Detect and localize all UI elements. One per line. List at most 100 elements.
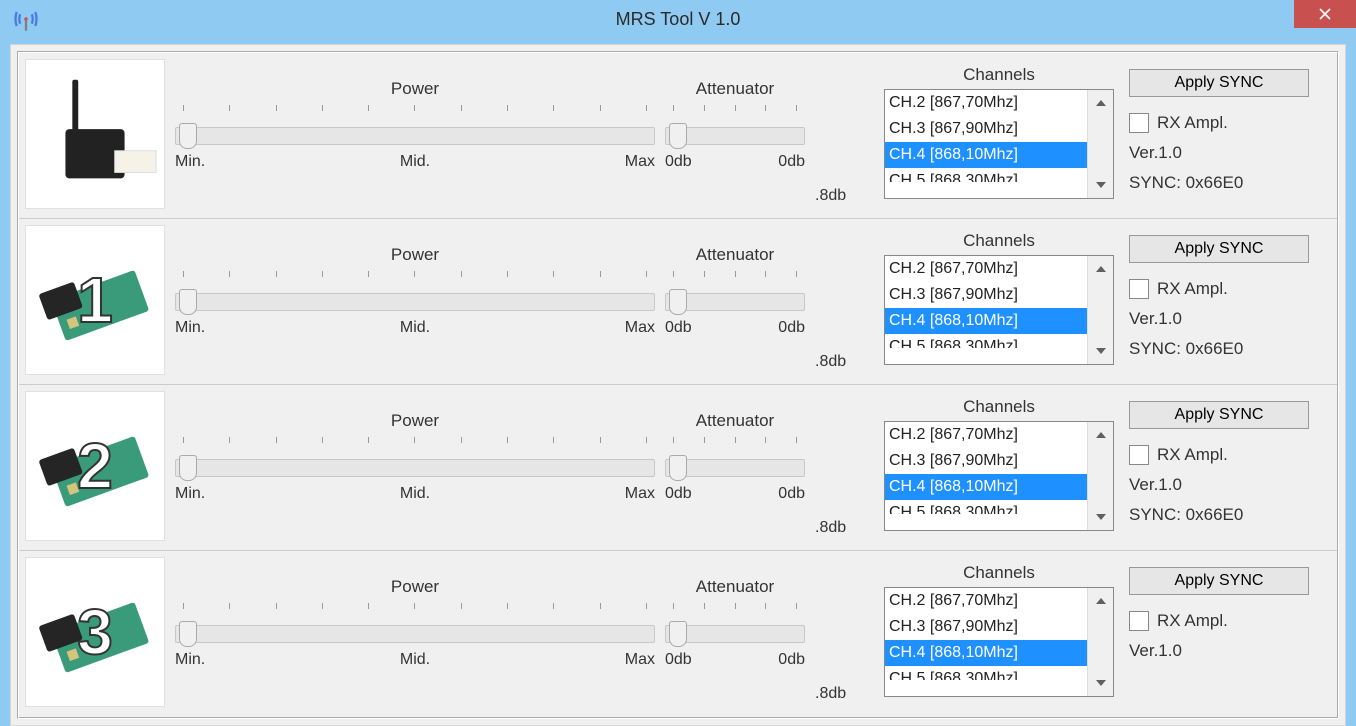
scroll-up-icon[interactable] [1088,256,1113,282]
channels-listbox[interactable]: CH.2 [867,70Mhz]CH.3 [867,90Mhz]CH.4 [86… [884,89,1114,199]
channels-scrollbar[interactable] [1087,90,1113,198]
power-block: Power Min.Mid.Max [175,59,655,171]
attenuator-block: Attenuator 0db0db [665,225,805,337]
channels-listbox[interactable]: CH.2 [867,70Mhz]CH.3 [867,90Mhz]CH.4 [86… [884,255,1114,365]
rx-ampl-checkbox[interactable]: RX Ampl. [1129,445,1309,465]
attenuator-label: Attenuator [696,577,774,597]
attenuator-scale: 0db0db [665,651,805,669]
device-icon: 3 [25,557,165,707]
channel-item[interactable]: CH.2 [867,70Mhz] [885,588,1087,614]
power-block: Power Min.Mid.Max [175,225,655,337]
power-label: Power [391,245,439,265]
device-row: Power Min.Mid.Max Attenuator 0db0db .8db [19,53,1337,219]
device-number: 2 [77,429,113,503]
channel-item[interactable]: CH.3 [867,90Mhz] [885,282,1087,308]
rx-ampl-checkbox[interactable]: RX Ampl. [1129,113,1309,133]
attenuator-slider[interactable] [665,449,805,475]
scroll-up-icon[interactable] [1088,588,1113,614]
checkbox-box[interactable] [1129,279,1149,299]
power-label: Power [391,411,439,431]
checkbox-box[interactable] [1129,445,1149,465]
channel-item[interactable]: CH.2 [867,70Mhz] [885,90,1087,116]
channel-item[interactable]: CH.5 [868,30Mhz] [885,168,1087,182]
channels-label: Channels [963,397,1035,417]
atten-max-label: .8db [815,391,869,541]
close-button[interactable] [1294,0,1356,28]
rx-ampl-checkbox[interactable]: RX Ampl. [1129,279,1309,299]
power-block: Power Min.Mid.Max [175,391,655,503]
attenuator-slider[interactable] [665,615,805,641]
channel-item[interactable]: CH.5 [868,30Mhz] [885,500,1087,514]
channel-item[interactable]: CH.2 [867,70Mhz] [885,256,1087,282]
channels-list-items: CH.2 [867,70Mhz]CH.3 [867,90Mhz]CH.4 [86… [885,588,1087,696]
rx-ampl-label: RX Ampl. [1157,279,1228,299]
attenuator-slider[interactable] [665,283,805,309]
right-controls: Apply SYNC RX Ampl. Ver.1.0 [1129,557,1309,661]
channel-item[interactable]: CH.3 [867,90Mhz] [885,448,1087,474]
attenuator-block: Attenuator 0db0db [665,391,805,503]
channel-item[interactable]: CH.5 [868,30Mhz] [885,334,1087,348]
channels-label: Channels [963,65,1035,85]
power-scale: Min.Mid.Max [175,153,655,171]
attenuator-scale: 0db0db [665,319,805,337]
channel-item[interactable]: CH.4 [868,10Mhz] [885,474,1087,500]
channels-listbox[interactable]: CH.2 [867,70Mhz]CH.3 [867,90Mhz]CH.4 [86… [884,421,1114,531]
channels-scrollbar[interactable] [1087,588,1113,696]
apply-sync-button[interactable]: Apply SYNC [1129,567,1309,595]
atten-max-label: .8db [815,225,869,375]
scroll-up-icon[interactable] [1088,90,1113,116]
power-scale: Min.Mid.Max [175,319,655,337]
scroll-up-icon[interactable] [1088,422,1113,448]
channels-scrollbar[interactable] [1087,422,1113,530]
channels-block: Channels CH.2 [867,70Mhz]CH.3 [867,90Mhz… [879,225,1119,365]
channels-list-items: CH.2 [867,70Mhz]CH.3 [867,90Mhz]CH.4 [86… [885,256,1087,364]
channels-listbox[interactable]: CH.2 [867,70Mhz]CH.3 [867,90Mhz]CH.4 [86… [884,587,1114,697]
channel-item[interactable]: CH.4 [868,10Mhz] [885,640,1087,666]
power-slider[interactable] [175,283,655,309]
checkbox-box[interactable] [1129,113,1149,133]
channel-item[interactable]: CH.3 [867,90Mhz] [885,614,1087,640]
channels-label: Channels [963,563,1035,583]
device-row: 3 Power Min.Mid.Max Attenuator 0db0db [19,551,1337,717]
version-label: Ver.1.0 [1129,309,1309,329]
device-icon: 1 [25,225,165,375]
rx-ampl-label: RX Ampl. [1157,611,1228,631]
attenuator-block: Attenuator 0db0db [665,59,805,171]
scroll-down-icon[interactable] [1088,670,1113,696]
device-row: 1 Power Min.Mid.Max Attenuator 0db0db [19,219,1337,385]
scroll-down-icon[interactable] [1088,172,1113,198]
version-label: Ver.1.0 [1129,475,1309,495]
apply-sync-button[interactable]: Apply SYNC [1129,401,1309,429]
window-title: MRS Tool V 1.0 [616,9,741,30]
device-icon: 2 [25,391,165,541]
devices-panel: Power Min.Mid.Max Attenuator 0db0db .8db [17,51,1339,719]
power-slider[interactable] [175,117,655,143]
device-row: 2 Power Min.Mid.Max Attenuator 0db0db [19,385,1337,551]
scroll-down-icon[interactable] [1088,338,1113,364]
channel-item[interactable]: CH.5 [868,30Mhz] [885,666,1087,680]
channel-item[interactable]: CH.4 [868,10Mhz] [885,142,1087,168]
channel-item[interactable]: CH.3 [867,90Mhz] [885,116,1087,142]
channels-scrollbar[interactable] [1087,256,1113,364]
window-body: Power Min.Mid.Max Attenuator 0db0db .8db [10,44,1346,726]
power-label: Power [391,79,439,99]
power-scale: Min.Mid.Max [175,485,655,503]
channel-item[interactable]: CH.2 [867,70Mhz] [885,422,1087,448]
sync-label: SYNC: 0x66E0 [1129,505,1309,525]
scroll-down-icon[interactable] [1088,504,1113,530]
checkbox-box[interactable] [1129,611,1149,631]
power-slider[interactable] [175,615,655,641]
attenuator-label: Attenuator [696,245,774,265]
rx-ampl-checkbox[interactable]: RX Ampl. [1129,611,1309,631]
channel-item[interactable]: CH.4 [868,10Mhz] [885,308,1087,334]
channels-label: Channels [963,231,1035,251]
attenuator-slider[interactable] [665,117,805,143]
apply-sync-button[interactable]: Apply SYNC [1129,235,1309,263]
power-slider[interactable] [175,449,655,475]
titlebar: MRS Tool V 1.0 [0,0,1356,38]
version-label: Ver.1.0 [1129,143,1309,163]
channels-block: Channels CH.2 [867,70Mhz]CH.3 [867,90Mhz… [879,557,1119,697]
device-number: 3 [77,595,113,669]
power-scale: Min.Mid.Max [175,651,655,669]
apply-sync-button[interactable]: Apply SYNC [1129,69,1309,97]
